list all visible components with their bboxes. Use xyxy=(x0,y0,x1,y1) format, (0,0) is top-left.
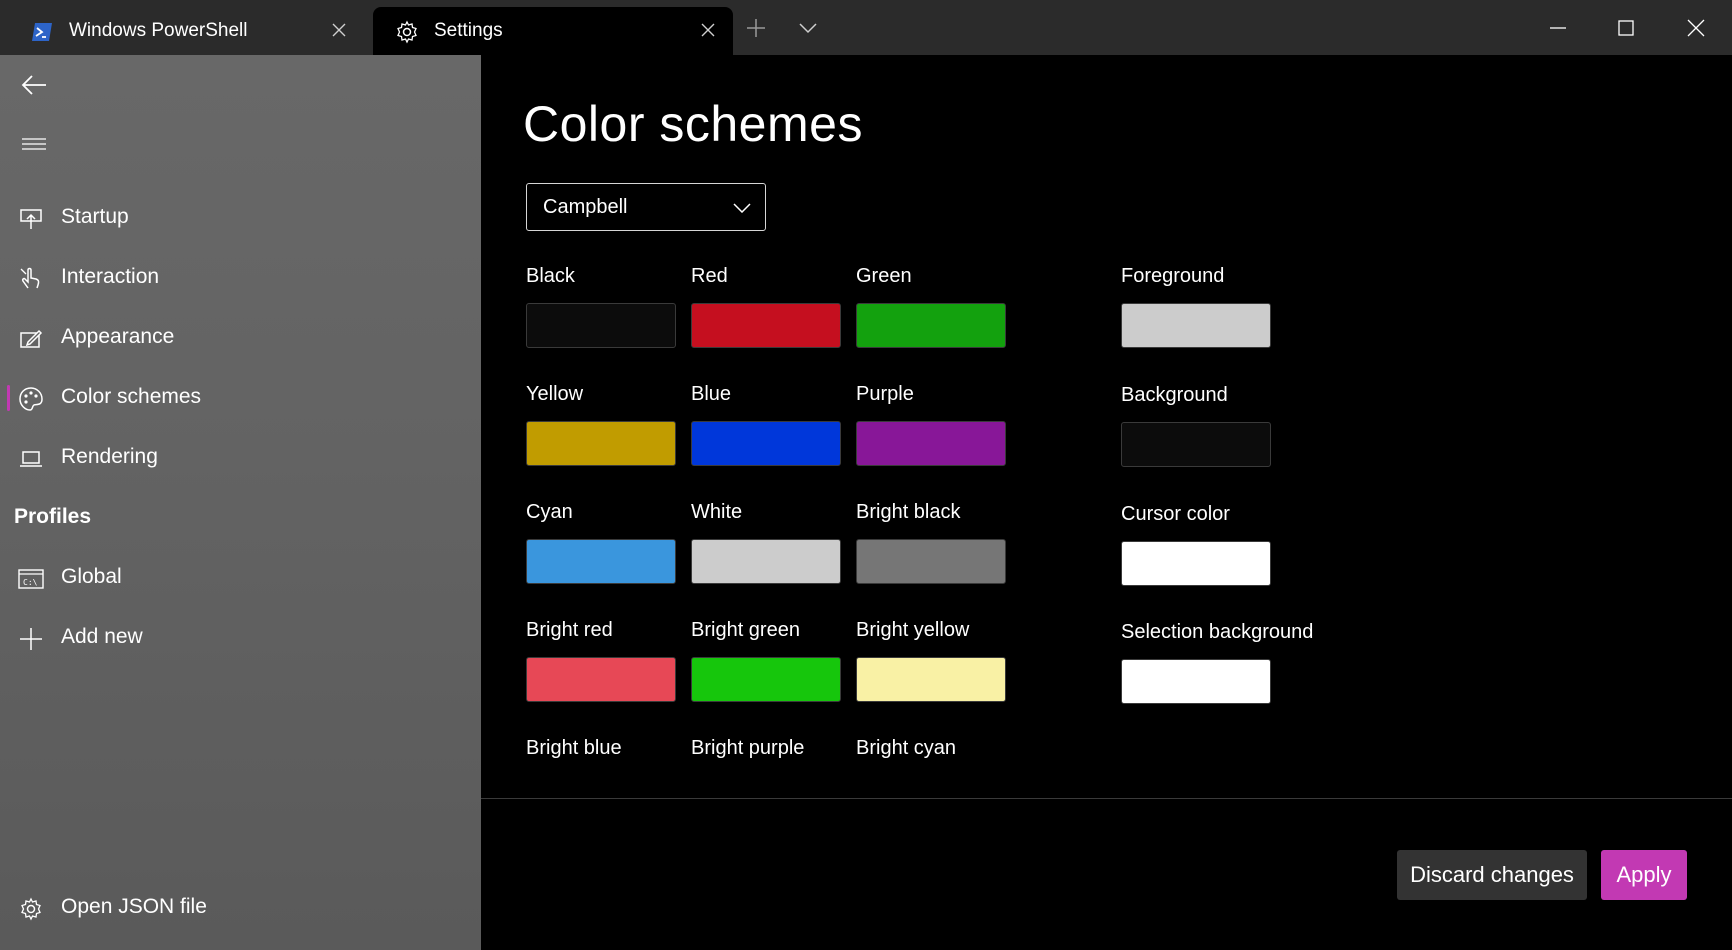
edit-icon xyxy=(18,326,44,352)
console-icon: C:\ xyxy=(18,566,44,592)
sidebar: Startup Interaction Appearance Color sch… xyxy=(0,55,481,950)
apply-button[interactable]: Apply xyxy=(1601,850,1687,900)
hamburger-menu-icon[interactable] xyxy=(16,126,52,162)
sidebar-item-interaction[interactable]: Interaction xyxy=(0,252,481,304)
swatch-selection-background[interactable] xyxy=(1121,659,1271,704)
color-label-black: Black xyxy=(526,265,575,287)
selected-scheme: Campbell xyxy=(543,196,628,218)
sidebar-item-label: Startup xyxy=(61,205,129,228)
tab-settings[interactable]: Settings xyxy=(373,7,733,55)
sidebar-item-appearance[interactable]: Appearance xyxy=(0,312,481,364)
tab-label: Settings xyxy=(434,20,503,41)
tab-label: Windows PowerShell xyxy=(69,20,248,41)
color-label-bright-green: Bright green xyxy=(691,619,800,641)
swatch-red[interactable] xyxy=(691,303,841,348)
main-panel: Color schemes Campbell Black Red Green Y… xyxy=(481,55,1732,950)
startup-icon xyxy=(18,206,44,232)
touch-icon xyxy=(18,266,44,292)
color-label-blue: Blue xyxy=(691,383,732,405)
color-label-bright-black: Bright black xyxy=(856,501,961,523)
new-tab-button[interactable] xyxy=(742,14,770,42)
color-label-cyan: Cyan xyxy=(526,501,573,523)
color-scheme-select[interactable]: Campbell xyxy=(526,183,766,231)
svg-text:C:\: C:\ xyxy=(23,578,38,587)
laptop-icon xyxy=(18,446,44,472)
sidebar-item-global[interactable]: C:\ Global xyxy=(0,552,481,604)
page-title: Color schemes xyxy=(523,96,863,152)
swatch-bright-green[interactable] xyxy=(691,657,841,702)
color-label-purple: Purple xyxy=(856,383,914,405)
gear-icon xyxy=(18,896,44,922)
sidebar-item-label: Interaction xyxy=(61,265,160,288)
powershell-icon xyxy=(30,20,54,44)
swatch-blue[interactable] xyxy=(691,421,841,466)
sidebar-item-label: Open JSON file xyxy=(61,895,207,918)
color-label-yellow: Yellow xyxy=(526,383,584,405)
color-label-background: Background xyxy=(1121,384,1228,406)
color-label-selection-background: Selection background xyxy=(1121,621,1314,643)
palette-icon xyxy=(18,386,44,412)
discard-changes-button[interactable]: Discard changes xyxy=(1397,850,1587,900)
color-label-white: White xyxy=(691,501,743,523)
swatch-white[interactable] xyxy=(691,539,841,584)
maximize-button[interactable] xyxy=(1606,10,1646,46)
sidebar-item-label: Add new xyxy=(61,625,143,648)
swatch-foreground[interactable] xyxy=(1121,303,1271,348)
sidebar-item-label: Rendering xyxy=(61,445,158,468)
close-icon[interactable] xyxy=(328,19,350,41)
color-label-green: Green xyxy=(856,265,912,287)
sidebar-item-add-new[interactable]: Add new xyxy=(0,612,481,664)
color-label-cursor: Cursor color xyxy=(1121,503,1230,525)
sidebar-item-label: Appearance xyxy=(61,325,175,348)
plus-icon xyxy=(18,626,44,652)
swatch-cyan[interactable] xyxy=(526,539,676,584)
chevron-down-icon xyxy=(731,197,753,219)
color-label-bright-yellow: Bright yellow xyxy=(856,619,970,641)
color-label-bright-blue: Bright blue xyxy=(526,737,622,759)
color-label-foreground: Foreground xyxy=(1121,265,1225,287)
sidebar-item-color-schemes[interactable]: Color schemes xyxy=(0,372,481,424)
swatch-green[interactable] xyxy=(856,303,1006,348)
gear-icon xyxy=(395,20,419,44)
footer-divider xyxy=(481,798,1732,799)
color-label-bright-red: Bright red xyxy=(526,619,613,641)
minimize-button[interactable] xyxy=(1538,10,1578,46)
tab-windows-powershell[interactable]: Windows PowerShell xyxy=(8,7,364,55)
sidebar-item-startup[interactable]: Startup xyxy=(0,192,481,244)
sidebar-item-label: Global xyxy=(61,565,122,588)
swatch-yellow[interactable] xyxy=(526,421,676,466)
swatch-cursor[interactable] xyxy=(1121,541,1271,586)
back-arrow-icon[interactable] xyxy=(16,67,52,103)
sidebar-item-label: Color schemes xyxy=(61,385,202,408)
sidebar-item-rendering[interactable]: Rendering xyxy=(0,432,481,484)
swatch-bright-yellow[interactable] xyxy=(856,657,1006,702)
close-icon[interactable] xyxy=(697,19,719,41)
swatch-bright-black[interactable] xyxy=(856,539,1006,584)
profiles-header: Profiles xyxy=(14,505,92,528)
title-bar: Windows PowerShell Settings xyxy=(0,0,1732,55)
color-label-red: Red xyxy=(691,265,728,287)
swatch-background[interactable] xyxy=(1121,422,1271,467)
swatch-bright-red[interactable] xyxy=(526,657,676,702)
color-label-bright-purple: Bright purple xyxy=(691,737,805,759)
selection-indicator xyxy=(7,385,10,411)
swatch-purple[interactable] xyxy=(856,421,1006,466)
color-label-bright-cyan: Bright cyan xyxy=(856,737,957,759)
sidebar-item-open-json[interactable]: Open JSON file xyxy=(0,882,481,934)
close-window-button[interactable] xyxy=(1676,10,1716,46)
chevron-down-icon[interactable] xyxy=(794,14,822,42)
swatch-black[interactable] xyxy=(526,303,676,348)
